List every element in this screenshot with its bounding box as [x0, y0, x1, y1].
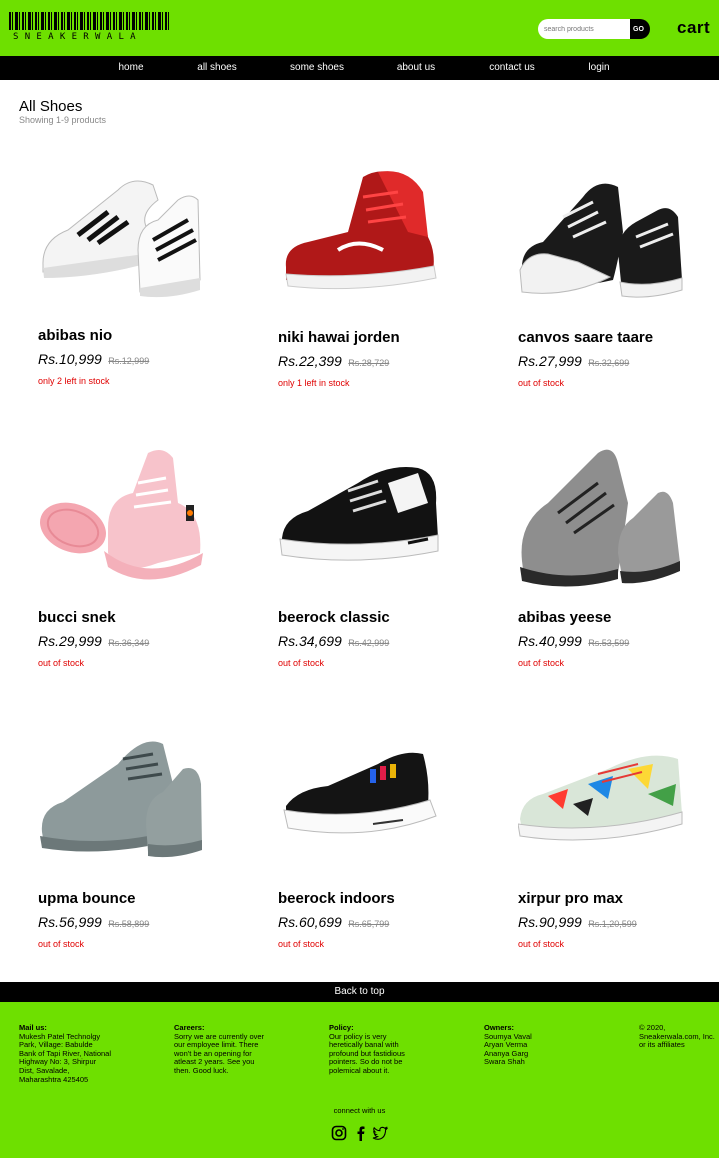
instagram-icon[interactable]	[331, 1125, 347, 1141]
stock-status: out of stock	[278, 939, 325, 949]
twitter-icon[interactable]	[372, 1125, 389, 1141]
product-original-price: Rs.36,349	[108, 638, 150, 648]
product-price: Rs.90,999	[518, 914, 582, 930]
product-original-price: Rs.1,20,599	[588, 919, 637, 929]
product-price: Rs.10,999	[38, 351, 102, 367]
product-card[interactable]: upma bounce Rs.56,999 Rs.58,899 out of s…	[38, 724, 258, 964]
logo-text: SNEAKERWALA	[13, 32, 142, 42]
stock-status: out of stock	[38, 939, 85, 949]
product-card[interactable]: xirpur pro max Rs.90,999 Rs.1,20,599 out…	[518, 724, 719, 964]
back-to-top-button[interactable]: Back to top	[0, 982, 719, 1002]
stock-status: only 1 left in stock	[278, 378, 350, 388]
nav-about-us[interactable]: about us	[397, 62, 435, 73]
product-card[interactable]: abibas nio Rs.10,999 Rs.12,999 only 2 le…	[38, 160, 258, 400]
footer-careers: Careers: Sorry we are currently over our…	[174, 1023, 266, 1076]
price-row: Rs.22,399 Rs.28,729	[278, 353, 389, 371]
main-nav: home all shoes some shoes about us conta…	[0, 56, 719, 80]
search-go-button[interactable]: GO	[630, 19, 650, 39]
product-price: Rs.29,999	[38, 633, 102, 649]
footer-policy-text: Our policy is very heretically banal wit…	[329, 1031, 405, 1075]
product-original-price: Rs.53,599	[588, 638, 630, 648]
price-row: Rs.29,999 Rs.36,349	[38, 633, 149, 651]
product-card[interactable]: beerock classic Rs.34,699 Rs.42,999 out …	[278, 443, 498, 683]
product-name[interactable]: beerock classic	[278, 609, 390, 626]
product-name[interactable]: abibas yeese	[518, 609, 611, 626]
search-input[interactable]	[538, 19, 632, 39]
product-original-price: Rs.28,729	[348, 358, 390, 368]
white-sneaker-image[interactable]	[38, 160, 218, 310]
price-row: Rs.27,999 Rs.32,699	[518, 353, 629, 371]
product-original-price: Rs.42,999	[348, 638, 390, 648]
red-high-top-sneaker-image[interactable]	[278, 162, 458, 312]
product-original-price: Rs.65,799	[348, 919, 390, 929]
footer-policy: Policy: Our policy is very heretically b…	[329, 1023, 421, 1076]
black-white-slip-on-shoe-image[interactable]	[278, 724, 458, 874]
product-name[interactable]: beerock indoors	[278, 890, 395, 907]
stock-status: out of stock	[518, 939, 565, 949]
price-row: Rs.34,699 Rs.42,999	[278, 633, 389, 651]
footer-careers-text: Sorry we are currently over our employee…	[174, 1031, 265, 1075]
product-name[interactable]: abibas nio	[38, 327, 112, 344]
nav-login[interactable]: login	[588, 62, 609, 73]
price-row: Rs.10,999 Rs.12,999	[38, 351, 149, 369]
product-card[interactable]: niki hawai jorden Rs.22,399 Rs.28,729 on…	[278, 162, 498, 402]
product-price: Rs.56,999	[38, 914, 102, 930]
owner-name: Swara Shah	[484, 1057, 525, 1067]
product-card[interactable]: canvos saare taare Rs.27,999 Rs.32,699 o…	[518, 162, 719, 402]
product-name[interactable]: bucci snek	[38, 609, 116, 626]
product-price: Rs.27,999	[518, 353, 582, 369]
product-card[interactable]: bucci snek Rs.29,999 Rs.36,349 out of st…	[38, 443, 258, 683]
nav-all-shoes[interactable]: all shoes	[197, 62, 236, 73]
product-price: Rs.40,999	[518, 633, 582, 649]
product-card[interactable]: beerock indoors Rs.60,699 Rs.65,799 out …	[278, 724, 498, 964]
price-row: Rs.60,699 Rs.65,799	[278, 914, 389, 932]
product-name[interactable]: niki hawai jorden	[278, 329, 400, 346]
price-row: Rs.40,999 Rs.53,599	[518, 633, 629, 651]
product-price: Rs.60,699	[278, 914, 342, 930]
results-count: Showing 1-9 products	[19, 115, 107, 125]
footer-mail: Mail us: Mukesh Patel Technolgy Park, Vi…	[19, 1023, 111, 1084]
stock-status: out of stock	[38, 658, 85, 668]
pink-sneaker-image[interactable]	[38, 443, 218, 593]
graffiti-print-sneaker-image[interactable]	[518, 724, 698, 874]
stock-status: out of stock	[278, 658, 325, 668]
top-header: SNEAKERWALA GO cart	[0, 0, 719, 56]
stock-status: only 2 left in stock	[38, 376, 110, 386]
grey-knit-sneaker-image[interactable]	[518, 443, 698, 593]
connect-with-us-label: connect with us	[333, 1106, 386, 1115]
barcode-logo-icon	[9, 12, 171, 30]
footer-copyright: © 2020, Sneakerwala.com, Inc. or its aff…	[639, 1023, 715, 1050]
product-original-price: Rs.32,699	[588, 358, 630, 368]
product-card[interactable]: abibas yeese Rs.40,999 Rs.53,599 out of …	[518, 443, 719, 683]
stock-status: out of stock	[518, 378, 565, 388]
price-row: Rs.56,999 Rs.58,899	[38, 914, 149, 932]
social-links	[331, 1125, 391, 1143]
nav-contact-us[interactable]: contact us	[489, 62, 535, 73]
footer-owners: Owners: Soumya Vaval Aryan Verma Ananya …	[484, 1023, 576, 1067]
black-canvas-sneaker-image[interactable]	[518, 162, 698, 312]
product-original-price: Rs.12,999	[108, 356, 150, 366]
search-bar: GO	[538, 19, 650, 39]
grey-sneaker-image[interactable]	[38, 724, 218, 874]
product-price: Rs.34,699	[278, 633, 342, 649]
page-title: All Shoes	[19, 98, 83, 115]
stock-status: out of stock	[518, 658, 565, 668]
footer-mail-address: Mukesh Patel Technolgy Park, Village: Ba…	[19, 1031, 111, 1084]
nav-home[interactable]: home	[118, 62, 143, 73]
site-logo[interactable]: SNEAKERWALA	[9, 12, 171, 42]
product-name[interactable]: upma bounce	[38, 890, 136, 907]
product-price: Rs.22,399	[278, 353, 342, 369]
footer: Mail us: Mukesh Patel Technolgy Park, Vi…	[0, 1002, 719, 1158]
black-white-running-shoe-image[interactable]	[278, 443, 458, 593]
facebook-icon[interactable]	[353, 1125, 369, 1141]
product-name[interactable]: canvos saare taare	[518, 329, 653, 346]
price-row: Rs.90,999 Rs.1,20,599	[518, 914, 637, 932]
product-original-price: Rs.58,899	[108, 919, 150, 929]
nav-some-shoes[interactable]: some shoes	[290, 62, 344, 73]
product-name[interactable]: xirpur pro max	[518, 890, 623, 907]
cart-link[interactable]: cart	[677, 18, 710, 38]
